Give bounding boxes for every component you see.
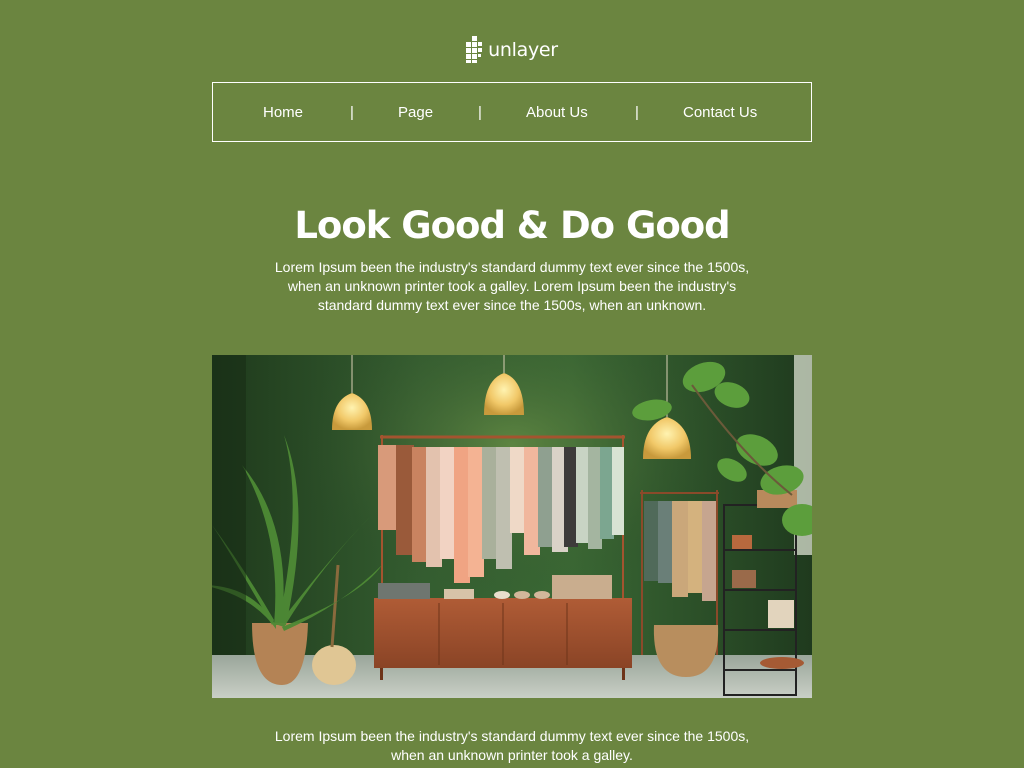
nav-item-home[interactable]: Home	[263, 83, 303, 141]
nav-item-page[interactable]: Page	[398, 83, 433, 141]
brand-logo[interactable]: unlayer	[0, 36, 1024, 63]
logo-text: unlayer	[488, 38, 558, 61]
footer-description: Lorem Ipsum been the industry's standard…	[274, 728, 750, 763]
main-nav: Home | Page | About Us | Contact Us	[212, 82, 812, 142]
clothing-store-image	[212, 355, 812, 698]
nav-separator: |	[350, 103, 354, 121]
email-page: unlayer Home | Page | About Us | Contact…	[0, 0, 1024, 768]
hero-description: Lorem Ipsum been the industry's standard…	[274, 259, 750, 313]
hero-image	[212, 355, 812, 698]
nav-item-about-us[interactable]: About Us	[526, 83, 588, 141]
nav-separator: |	[635, 103, 639, 121]
pixel-grid-icon	[466, 36, 484, 63]
nav-separator: |	[478, 103, 482, 121]
nav-item-contact-us[interactable]: Contact Us	[683, 83, 757, 141]
hero-title: Look Good & Do Good	[294, 204, 730, 247]
